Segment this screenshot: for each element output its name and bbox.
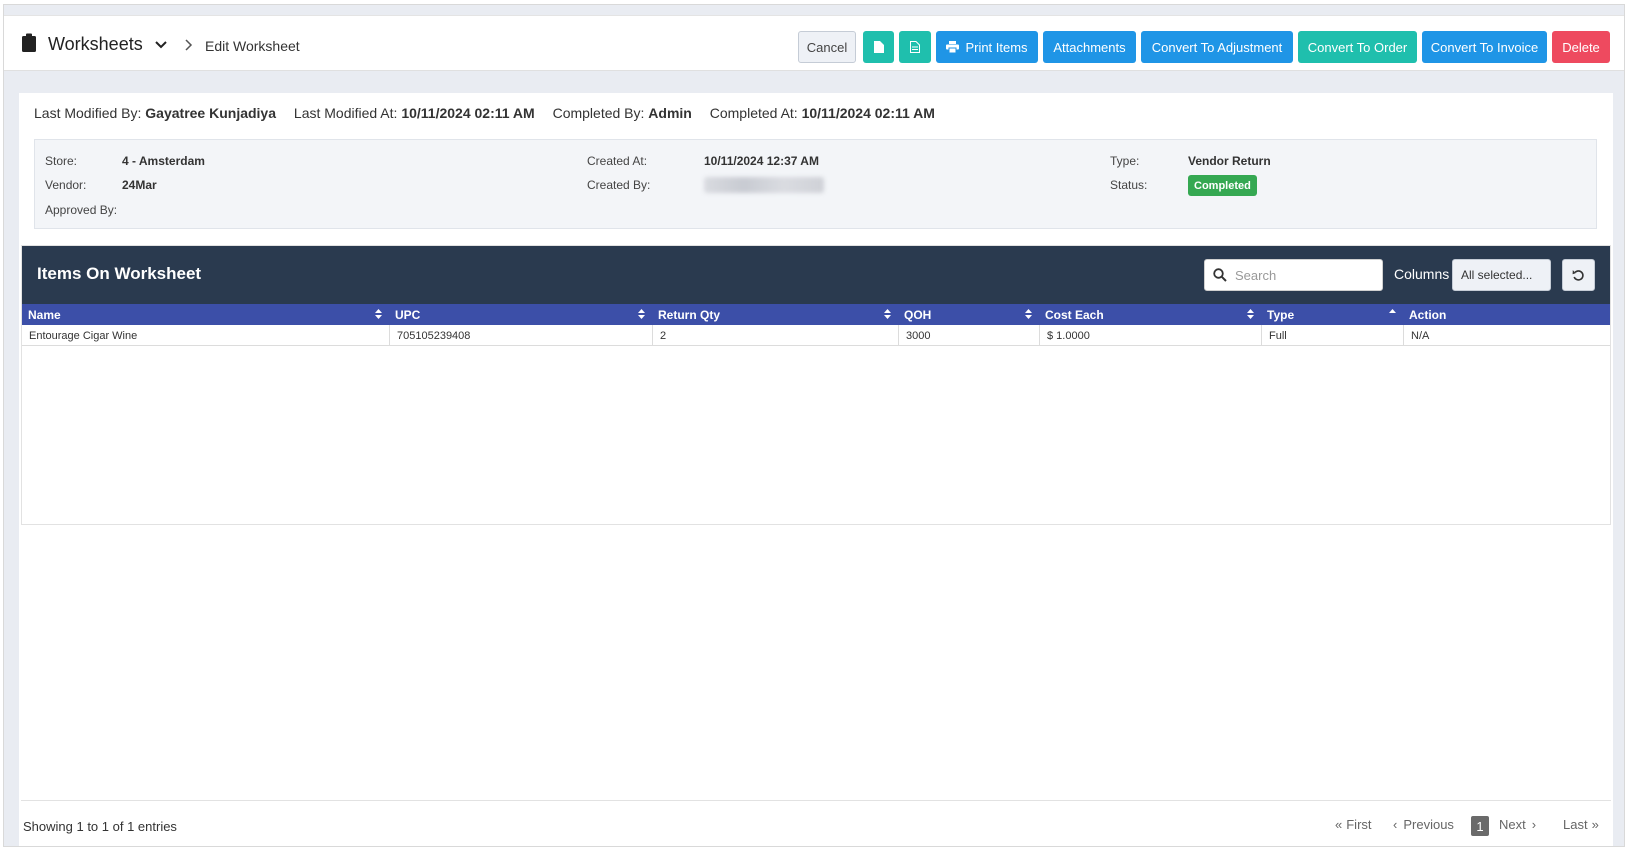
export-document-button[interactable] [899,31,931,63]
undo-icon [1572,269,1584,281]
column-header-label: QOH [904,307,932,322]
first-page-link[interactable]: « First [1335,817,1372,832]
column-header[interactable]: Return Qty [652,304,898,325]
delete-button[interactable]: Delete [1552,31,1610,63]
status-label: Status: [1110,178,1148,192]
created-by-label: Created By: [587,178,651,192]
completed-by-label: Completed By: [552,105,645,121]
reset-button[interactable] [1562,259,1595,291]
items-title: Items On Worksheet [37,264,202,283]
completed-at-value: 10/11/2024 02:11 AM [801,105,935,121]
search-input[interactable] [1235,260,1380,290]
previous-page-link[interactable]: ‹ Previous [1393,817,1454,832]
column-header-label: Type [1267,307,1295,322]
print-items-label: Print Items [965,39,1028,55]
modified-by-label: Last Modified By: [34,105,142,121]
store-label: Store: [45,154,78,168]
file-text-icon [910,41,920,53]
print-items-button[interactable]: Print Items [936,31,1038,63]
column-header-label: Name [28,307,61,322]
columns-label: Columns [1394,266,1450,282]
table-row[interactable]: Entourage Cigar Wine 705105239408 2 3000 $ 1… [22,325,1610,346]
sort-icon [638,309,645,319]
convert-to-order-button[interactable]: Convert To Order [1298,31,1417,63]
first-label: First [1346,817,1372,832]
last-page-link[interactable]: Last » [1563,817,1599,832]
vendor-value: 24Mar [122,178,157,192]
table-cell: 705105239408 [389,325,652,346]
double-chevron-right-icon: » [1591,817,1599,832]
columns-select[interactable]: All selected... [1452,259,1551,291]
table-cell: $ 1.0000 [1039,325,1261,346]
sort-ascending-icon [1389,309,1396,313]
current-page[interactable]: 1 [1471,816,1489,836]
file-icon [873,41,884,53]
table-cell: 2 [652,325,898,346]
column-header[interactable]: Cost Each [1039,304,1261,325]
items-card: Items On Worksheet Columns All selected.… [21,245,1611,525]
page-title: Worksheets [48,34,143,54]
content-panel: Last Modified By: Gayatree Kunjadiya Las… [19,93,1613,846]
approved-by-label: Approved By: [45,203,118,217]
column-header[interactable]: Action [1403,304,1610,325]
entries-info: Showing 1 to 1 of 1 entries [23,819,177,834]
search-icon [1213,268,1227,282]
sort-icon [375,309,382,319]
column-header[interactable]: UPC [389,304,652,325]
sort-icon [884,309,891,319]
footer-divider [21,800,1611,801]
table-cell: N/A [1403,325,1610,346]
export-pdf-button[interactable] [863,31,894,63]
column-header[interactable]: QOH [898,304,1039,325]
convert-to-invoice-button[interactable]: Convert To Invoice [1422,31,1547,63]
status-badge: Completed [1188,175,1257,196]
created-by-redacted [704,177,824,193]
next-label: Next [1499,817,1526,832]
attachments-button[interactable]: Attachments [1043,31,1136,63]
chevron-left-icon: ‹ [1393,817,1398,832]
convert-to-adjustment-button[interactable]: Convert To Adjustment [1141,31,1293,63]
worksheet-details: Store: 4 - Amsterdam Vendor: 24Mar Appro… [34,139,1597,229]
column-header-label: UPC [395,307,421,322]
chevron-right-icon [185,39,193,51]
store-value: 4 - Amsterdam [122,154,205,168]
column-header[interactable]: Name [22,304,389,325]
completed-at-label: Completed At: [709,105,798,121]
previous-label: Previous [1403,817,1454,832]
printer-icon [946,41,960,53]
column-header-label: Cost Each [1045,307,1104,322]
breadcrumb: Edit Worksheet [205,38,300,54]
audit-info: Last Modified By: Gayatree Kunjadiya Las… [34,105,949,121]
type-value: Vendor Return [1188,154,1271,168]
chevron-right-icon: › [1531,817,1537,832]
next-page-link[interactable]: Next › [1499,817,1536,832]
table-header: Name UPC Return Qty QOH Cost Each Type Action [22,304,1610,325]
chevron-down-icon[interactable] [154,38,168,52]
column-header-label: Action [1409,307,1447,322]
table-cell: 3000 [898,325,1039,346]
double-chevron-left-icon: « [1335,817,1343,832]
column-header[interactable]: Type [1261,304,1403,325]
type-label: Type: [1110,154,1140,168]
table-cell: Full [1261,325,1403,346]
top-bar: Worksheets Edit Worksheet Cancel Print I… [4,15,1624,71]
completed-by-value: Admin [648,105,692,121]
app-frame: Worksheets Edit Worksheet Cancel Print I… [3,4,1625,847]
last-label: Last [1563,817,1588,832]
items-card-header: Items On Worksheet Columns All selected.… [22,246,1610,304]
table-cell: Entourage Cigar Wine [29,329,138,342]
modified-at-label: Last Modified At: [293,105,398,121]
column-header-label: Return Qty [658,307,721,322]
vendor-label: Vendor: [45,178,87,192]
sort-icon [1025,309,1032,319]
cancel-button[interactable]: Cancel [798,31,856,63]
created-at-value: 10/11/2024 12:37 AM [704,154,819,168]
created-at-label: Created At: [587,154,648,168]
modified-by-value: Gayatree Kunjadiya [145,105,277,121]
sort-icon [1247,309,1254,319]
clipboard-icon [22,33,36,52]
modified-at-value: 10/11/2024 02:11 AM [401,105,535,121]
search-box [1204,259,1383,291]
